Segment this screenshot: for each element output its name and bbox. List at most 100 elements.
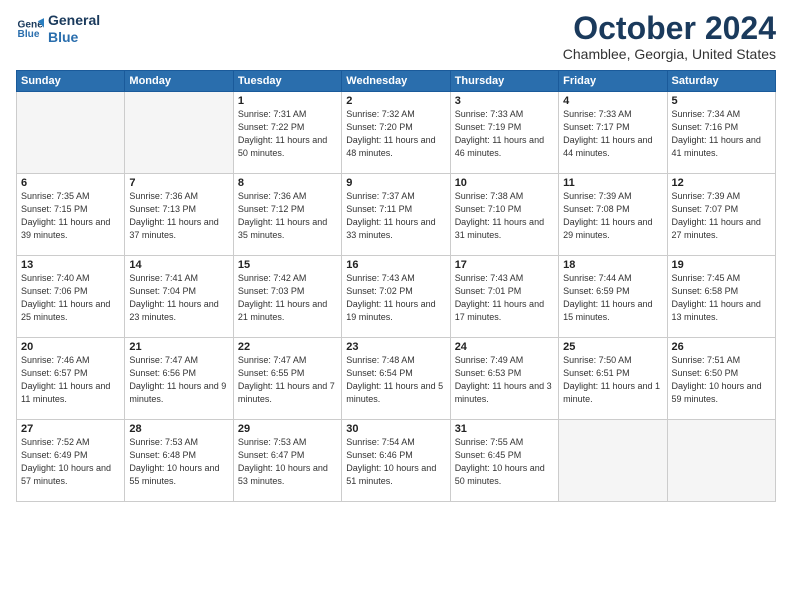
day-number: 1 — [238, 95, 337, 107]
calendar-cell: 8 Sunrise: 7:36 AM Sunset: 7:12 PM Dayli… — [233, 174, 341, 256]
day-info: Sunrise: 7:53 AM Sunset: 6:47 PM Dayligh… — [238, 436, 337, 488]
logo-icon: General Blue — [16, 15, 44, 43]
day-number: 30 — [346, 423, 445, 435]
calendar-cell — [667, 420, 775, 502]
calendar-cell: 23 Sunrise: 7:48 AM Sunset: 6:54 PM Dayl… — [342, 338, 450, 420]
calendar-cell: 3 Sunrise: 7:33 AM Sunset: 7:19 PM Dayli… — [450, 92, 558, 174]
calendar-cell: 24 Sunrise: 7:49 AM Sunset: 6:53 PM Dayl… — [450, 338, 558, 420]
day-number: 19 — [672, 259, 771, 271]
calendar-cell: 1 Sunrise: 7:31 AM Sunset: 7:22 PM Dayli… — [233, 92, 341, 174]
calendar-cell: 22 Sunrise: 7:47 AM Sunset: 6:55 PM Dayl… — [233, 338, 341, 420]
day-number: 8 — [238, 177, 337, 189]
day-number: 6 — [21, 177, 120, 189]
day-info: Sunrise: 7:44 AM Sunset: 6:59 PM Dayligh… — [563, 272, 662, 324]
day-number: 21 — [129, 341, 228, 353]
day-number: 26 — [672, 341, 771, 353]
calendar-cell: 6 Sunrise: 7:35 AM Sunset: 7:15 PM Dayli… — [17, 174, 125, 256]
day-info: Sunrise: 7:48 AM Sunset: 6:54 PM Dayligh… — [346, 354, 445, 406]
day-info: Sunrise: 7:35 AM Sunset: 7:15 PM Dayligh… — [21, 190, 120, 242]
day-number: 16 — [346, 259, 445, 271]
day-number: 22 — [238, 341, 337, 353]
day-number: 11 — [563, 177, 662, 189]
weekday-header-thursday: Thursday — [450, 71, 558, 92]
calendar-cell: 9 Sunrise: 7:37 AM Sunset: 7:11 PM Dayli… — [342, 174, 450, 256]
calendar-cell: 7 Sunrise: 7:36 AM Sunset: 7:13 PM Dayli… — [125, 174, 233, 256]
calendar-cell — [17, 92, 125, 174]
day-number: 9 — [346, 177, 445, 189]
day-number: 23 — [346, 341, 445, 353]
month-title: October 2024 — [563, 12, 776, 44]
weekday-header-monday: Monday — [125, 71, 233, 92]
calendar-week-row: 27 Sunrise: 7:52 AM Sunset: 6:49 PM Dayl… — [17, 420, 776, 502]
calendar-cell: 30 Sunrise: 7:54 AM Sunset: 6:46 PM Dayl… — [342, 420, 450, 502]
calendar-week-row: 6 Sunrise: 7:35 AM Sunset: 7:15 PM Dayli… — [17, 174, 776, 256]
calendar-cell: 12 Sunrise: 7:39 AM Sunset: 7:07 PM Dayl… — [667, 174, 775, 256]
weekday-header-tuesday: Tuesday — [233, 71, 341, 92]
day-number: 4 — [563, 95, 662, 107]
title-area: October 2024 Chamblee, Georgia, United S… — [563, 12, 776, 62]
day-number: 18 — [563, 259, 662, 271]
logo-text-line1: General — [48, 12, 100, 29]
calendar-cell: 27 Sunrise: 7:52 AM Sunset: 6:49 PM Dayl… — [17, 420, 125, 502]
day-info: Sunrise: 7:45 AM Sunset: 6:58 PM Dayligh… — [672, 272, 771, 324]
day-number: 31 — [455, 423, 554, 435]
day-info: Sunrise: 7:36 AM Sunset: 7:13 PM Dayligh… — [129, 190, 228, 242]
calendar-cell: 18 Sunrise: 7:44 AM Sunset: 6:59 PM Dayl… — [559, 256, 667, 338]
day-info: Sunrise: 7:50 AM Sunset: 6:51 PM Dayligh… — [563, 354, 662, 406]
calendar-cell: 25 Sunrise: 7:50 AM Sunset: 6:51 PM Dayl… — [559, 338, 667, 420]
day-info: Sunrise: 7:32 AM Sunset: 7:20 PM Dayligh… — [346, 108, 445, 160]
day-info: Sunrise: 7:41 AM Sunset: 7:04 PM Dayligh… — [129, 272, 228, 324]
day-info: Sunrise: 7:43 AM Sunset: 7:02 PM Dayligh… — [346, 272, 445, 324]
day-number: 12 — [672, 177, 771, 189]
day-number: 5 — [672, 95, 771, 107]
header: General Blue General Blue October 2024 C… — [16, 12, 776, 62]
calendar-cell: 14 Sunrise: 7:41 AM Sunset: 7:04 PM Dayl… — [125, 256, 233, 338]
day-info: Sunrise: 7:49 AM Sunset: 6:53 PM Dayligh… — [455, 354, 554, 406]
calendar-cell: 20 Sunrise: 7:46 AM Sunset: 6:57 PM Dayl… — [17, 338, 125, 420]
weekday-header-saturday: Saturday — [667, 71, 775, 92]
day-info: Sunrise: 7:46 AM Sunset: 6:57 PM Dayligh… — [21, 354, 120, 406]
day-info: Sunrise: 7:55 AM Sunset: 6:45 PM Dayligh… — [455, 436, 554, 488]
day-info: Sunrise: 7:33 AM Sunset: 7:17 PM Dayligh… — [563, 108, 662, 160]
calendar-cell: 5 Sunrise: 7:34 AM Sunset: 7:16 PM Dayli… — [667, 92, 775, 174]
day-info: Sunrise: 7:47 AM Sunset: 6:55 PM Dayligh… — [238, 354, 337, 406]
day-info: Sunrise: 7:52 AM Sunset: 6:49 PM Dayligh… — [21, 436, 120, 488]
day-info: Sunrise: 7:37 AM Sunset: 7:11 PM Dayligh… — [346, 190, 445, 242]
day-number: 2 — [346, 95, 445, 107]
day-info: Sunrise: 7:47 AM Sunset: 6:56 PM Dayligh… — [129, 354, 228, 406]
day-info: Sunrise: 7:33 AM Sunset: 7:19 PM Dayligh… — [455, 108, 554, 160]
day-number: 15 — [238, 259, 337, 271]
weekday-header-sunday: Sunday — [17, 71, 125, 92]
calendar-cell: 29 Sunrise: 7:53 AM Sunset: 6:47 PM Dayl… — [233, 420, 341, 502]
calendar-cell: 19 Sunrise: 7:45 AM Sunset: 6:58 PM Dayl… — [667, 256, 775, 338]
day-info: Sunrise: 7:51 AM Sunset: 6:50 PM Dayligh… — [672, 354, 771, 406]
day-number: 27 — [21, 423, 120, 435]
day-info: Sunrise: 7:36 AM Sunset: 7:12 PM Dayligh… — [238, 190, 337, 242]
day-info: Sunrise: 7:42 AM Sunset: 7:03 PM Dayligh… — [238, 272, 337, 324]
calendar-cell: 28 Sunrise: 7:53 AM Sunset: 6:48 PM Dayl… — [125, 420, 233, 502]
day-number: 3 — [455, 95, 554, 107]
day-info: Sunrise: 7:34 AM Sunset: 7:16 PM Dayligh… — [672, 108, 771, 160]
calendar-cell: 15 Sunrise: 7:42 AM Sunset: 7:03 PM Dayl… — [233, 256, 341, 338]
calendar-cell: 21 Sunrise: 7:47 AM Sunset: 6:56 PM Dayl… — [125, 338, 233, 420]
day-info: Sunrise: 7:40 AM Sunset: 7:06 PM Dayligh… — [21, 272, 120, 324]
calendar-cell: 26 Sunrise: 7:51 AM Sunset: 6:50 PM Dayl… — [667, 338, 775, 420]
logo: General Blue General Blue — [16, 12, 100, 46]
day-number: 14 — [129, 259, 228, 271]
day-number: 7 — [129, 177, 228, 189]
day-number: 10 — [455, 177, 554, 189]
location: Chamblee, Georgia, United States — [563, 46, 776, 62]
calendar-cell: 31 Sunrise: 7:55 AM Sunset: 6:45 PM Dayl… — [450, 420, 558, 502]
weekday-header-row: SundayMondayTuesdayWednesdayThursdayFrid… — [17, 71, 776, 92]
calendar-week-row: 1 Sunrise: 7:31 AM Sunset: 7:22 PM Dayli… — [17, 92, 776, 174]
logo-text-line2: Blue — [48, 29, 100, 46]
calendar-cell: 11 Sunrise: 7:39 AM Sunset: 7:08 PM Dayl… — [559, 174, 667, 256]
day-number: 17 — [455, 259, 554, 271]
day-number: 13 — [21, 259, 120, 271]
day-info: Sunrise: 7:54 AM Sunset: 6:46 PM Dayligh… — [346, 436, 445, 488]
day-number: 25 — [563, 341, 662, 353]
day-number: 24 — [455, 341, 554, 353]
weekday-header-wednesday: Wednesday — [342, 71, 450, 92]
calendar-week-row: 13 Sunrise: 7:40 AM Sunset: 7:06 PM Dayl… — [17, 256, 776, 338]
calendar-cell: 13 Sunrise: 7:40 AM Sunset: 7:06 PM Dayl… — [17, 256, 125, 338]
